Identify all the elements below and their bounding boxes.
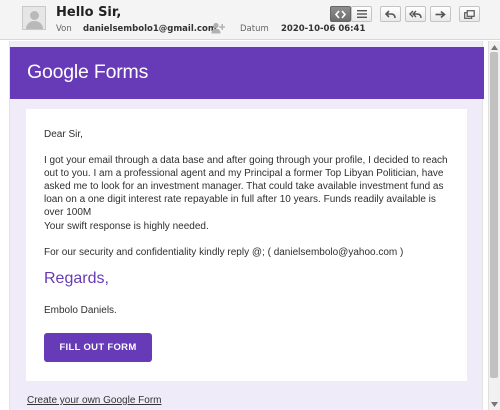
google-forms-banner: Google Forms [10,47,484,99]
source-view-button[interactable] [330,6,351,22]
create-form-link[interactable]: Create your own Google Form [27,395,162,406]
urgency-line: Your swift response is highly needed. [44,221,209,232]
reply-all-icon [409,10,422,18]
reply-all-button[interactable] [405,6,426,22]
signature: Embolo Daniels. [44,305,117,316]
reply-icon [385,9,396,18]
date-value: 2020-10-06 06:41 [281,24,366,34]
reply-button[interactable] [380,6,401,22]
open-new-window-icon [464,9,475,19]
sender-address[interactable]: danielsembolo1@gmail.com [83,24,217,34]
scrollbar-thumb[interactable] [490,52,498,378]
scroll-up-icon [490,44,498,50]
sender-avatar [22,6,46,30]
mail-header: Hello Sir, Von danielsembolo1@gmail.com … [0,0,500,40]
scroll-down-button[interactable] [489,399,499,409]
reply-instructions: For our security and confidentiality kin… [44,247,404,258]
scroll-down-icon [490,401,498,407]
text-view-icon [356,10,367,18]
person-placeholder-icon [30,11,39,20]
source-view-icon [335,9,346,19]
avatar-body [26,21,43,29]
regards-heading: Regards, [44,270,109,287]
forward-icon [435,10,446,18]
text-view-button[interactable] [351,6,372,22]
email-subject: Hello Sir, [56,5,122,20]
from-label: Von [56,24,72,34]
greeting: Dear Sir, [44,129,83,140]
email-body-frame: Google Forms Dear Sir, I got your email … [9,41,484,410]
message-paragraph: I got your email through a data base and… [44,155,448,218]
fill-out-form-button[interactable]: FILL OUT FORM [44,333,152,362]
scroll-up-button[interactable] [489,42,499,52]
open-new-window-button[interactable] [459,6,480,22]
add-contact-icon[interactable] [211,22,225,34]
date-label: Datum [240,24,269,34]
forward-button[interactable] [430,6,451,22]
message-card: Dear Sir, I got your email through a dat… [26,109,467,381]
google-forms-logo: Google Forms [27,61,149,83]
